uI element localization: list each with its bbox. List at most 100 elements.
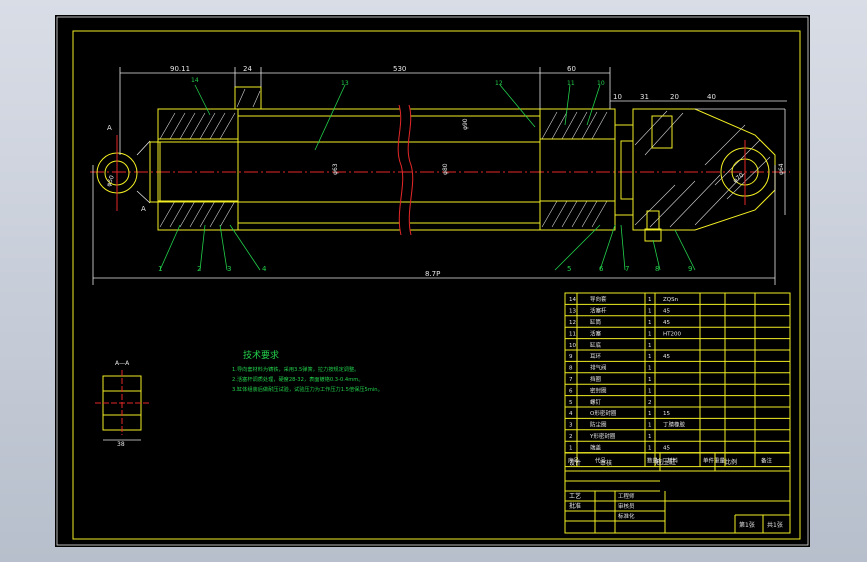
callout-3: 3 bbox=[227, 265, 231, 273]
part-name: 活塞杆 bbox=[590, 307, 607, 315]
end-cap-seal bbox=[614, 124, 634, 216]
part-no: 12 bbox=[569, 320, 576, 326]
tech-line-3: 3.缸体组装后做耐压试验，试验压力为工作压力1.5倍保压5min。 bbox=[232, 385, 383, 393]
cylinder-base bbox=[632, 108, 776, 231]
part-no: 9 bbox=[569, 354, 573, 360]
part-qty: 1 bbox=[648, 423, 652, 429]
part-no: 8 bbox=[569, 366, 573, 372]
gland-outline bbox=[157, 108, 239, 231]
table-header-weight: 单件重量 bbox=[703, 457, 726, 465]
part-qty: 1 bbox=[648, 343, 652, 349]
tech-line-2: 2.活塞杆调质处理，硬度28-32，表面镀铬0.3-0.4mm。 bbox=[232, 375, 364, 383]
part-no: 11 bbox=[569, 331, 576, 337]
cylinder-assembly bbox=[90, 86, 790, 242]
part-qty: 1 bbox=[648, 331, 652, 337]
part-material: 丁腈橡胶 bbox=[663, 421, 686, 429]
tech-line-1: 1.导向套材料为铸铁，采用3.5弹簧，拉力按规定调整。 bbox=[232, 365, 359, 373]
tb-page-b: 共1张 bbox=[767, 521, 783, 529]
dim-10: 10 bbox=[613, 93, 622, 101]
tb-page-a: 第1张 bbox=[739, 521, 755, 529]
callout-6: 6 bbox=[599, 265, 604, 273]
dim-outer-dia: φ90 bbox=[462, 118, 469, 130]
callout-4: 4 bbox=[262, 265, 267, 273]
part-name: 端盖 bbox=[590, 443, 602, 451]
part-name: O形密封圈 bbox=[590, 409, 617, 417]
parts-table: 14 导向套 1 ZQSn13 活塞杆 1 4512 缸筒 1 4511 活塞 1 HT20010 缸底 1… bbox=[564, 292, 791, 468]
tb-designer: 设计 bbox=[569, 459, 581, 467]
dim-31: 31 bbox=[640, 93, 649, 101]
dim-a-top: A bbox=[107, 124, 112, 132]
dimension-lines bbox=[92, 67, 787, 285]
break-line-2 bbox=[407, 104, 414, 236]
part-material: 45 bbox=[663, 354, 670, 360]
outer-border bbox=[56, 16, 809, 546]
drawing-sheet: 90.11 24 530 60 10 31 20 40 8.7P φ63 φ80… bbox=[55, 15, 810, 547]
callout-10: 10 bbox=[597, 80, 605, 87]
tech-requirements: 技术要求 1.导向套材料为铸铁，采用3.5弹簧，拉力按规定调整。 2.活塞杆调质… bbox=[232, 349, 383, 393]
part-material: 45 bbox=[663, 309, 670, 315]
section-a-a: A—A 38 bbox=[95, 360, 150, 448]
dim-bore-dia: φ80 bbox=[442, 163, 449, 175]
dim-rod-dia: φ63 bbox=[332, 163, 339, 175]
part-qty: 1 bbox=[648, 320, 652, 326]
part-no: 2 bbox=[569, 434, 573, 440]
part-no: 3 bbox=[569, 423, 573, 429]
callout-2: 2 bbox=[197, 265, 201, 273]
part-name: 密封圈 bbox=[590, 386, 607, 394]
part-name: 活塞 bbox=[590, 329, 602, 337]
piston-hatch bbox=[541, 111, 608, 228]
part-qty: 1 bbox=[648, 388, 652, 394]
table-header-note: 备注 bbox=[761, 457, 773, 465]
callout-14: 14 bbox=[191, 77, 199, 84]
part-qty: 1 bbox=[648, 377, 652, 383]
part-name: 耳环 bbox=[590, 353, 602, 360]
callout-8: 8 bbox=[655, 265, 659, 273]
dim-530: 530 bbox=[393, 65, 406, 73]
tb-scale: 比例 bbox=[725, 458, 737, 466]
part-material: 45 bbox=[663, 445, 670, 451]
tb-process: 工艺 bbox=[569, 492, 581, 500]
part-no: 13 bbox=[569, 309, 576, 315]
part-name: 排气阀 bbox=[590, 364, 607, 372]
tb-approve: 批准 bbox=[569, 502, 581, 510]
dim-right-dia: φ70 bbox=[732, 172, 746, 185]
part-no: 4 bbox=[569, 411, 573, 417]
piston bbox=[539, 108, 616, 231]
gland-hatch-top bbox=[159, 112, 236, 140]
tb-role1: 工程师 bbox=[618, 492, 635, 500]
part-name: 缸筒 bbox=[590, 318, 602, 326]
gland-hatch-bottom bbox=[159, 200, 236, 228]
part-no: 5 bbox=[569, 400, 573, 406]
dim-total: 8.7P bbox=[425, 270, 440, 278]
part-qty: 1 bbox=[648, 366, 652, 372]
dim-60: 60 bbox=[567, 65, 576, 73]
callout-12: 12 bbox=[495, 80, 503, 87]
cad-drawing: 90.11 24 530 60 10 31 20 40 8.7P φ63 φ80… bbox=[56, 16, 809, 546]
part-no: 1 bbox=[569, 445, 573, 451]
dim-20: 20 bbox=[670, 93, 679, 101]
tb-drawing-name: 液压缸 bbox=[655, 457, 676, 466]
section-dim: 38 bbox=[117, 441, 125, 448]
inner-border bbox=[72, 30, 801, 540]
dim-left-dia: φ50 bbox=[105, 174, 116, 187]
callout-11: 11 bbox=[567, 80, 575, 87]
part-no: 10 bbox=[569, 343, 576, 349]
part-name: 挡圈 bbox=[590, 375, 602, 383]
part-material: 15 bbox=[663, 411, 670, 417]
base-port bbox=[651, 115, 673, 149]
part-qty: 1 bbox=[648, 434, 652, 440]
part-no: 7 bbox=[569, 377, 573, 383]
part-qty: 1 bbox=[648, 354, 652, 360]
part-qty: 1 bbox=[648, 309, 652, 315]
tb-role3: 标准化 bbox=[618, 512, 635, 520]
part-name: 导向套 bbox=[590, 295, 607, 303]
title-block: 设计 审核 液压缸 比例 工艺 批准 工程师 审核员 标准化 第1张 共1张 bbox=[564, 452, 791, 534]
part-name: 缸底 bbox=[590, 341, 602, 349]
dim-a-bottom: A bbox=[141, 205, 146, 213]
tb-role2: 审核员 bbox=[618, 502, 635, 510]
dim-40: 40 bbox=[707, 93, 716, 101]
part-material: HT200 bbox=[663, 331, 681, 337]
part-material: ZQSn bbox=[663, 297, 679, 303]
dim-90: 90.11 bbox=[170, 65, 190, 73]
callout-13: 13 bbox=[341, 80, 349, 87]
